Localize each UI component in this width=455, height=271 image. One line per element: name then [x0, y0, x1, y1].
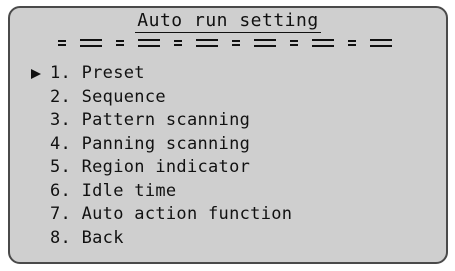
menu-item-label: 8. Back	[50, 227, 124, 248]
menu-item-sequence[interactable]: 2. Sequence	[28, 86, 292, 110]
menu-item-label: 3. Pattern scanning	[50, 110, 251, 130]
menu-item-auto-action-function[interactable]: 7. Auto action function	[28, 203, 292, 227]
menu-item-idle-time[interactable]: 6. Idle time	[28, 180, 292, 204]
menu-item-label: 5. Region indicator	[50, 157, 251, 177]
menu-item-region-indicator[interactable]: 5. Region indicator	[28, 156, 292, 180]
right-triangle-icon	[30, 62, 48, 86]
menu-item-label: 6. Idle time	[50, 180, 177, 201]
menu-item-preset[interactable]: 1. Preset	[28, 62, 292, 86]
osd-menu-screen: Auto run setting 1. Preset 2. Sequence 3…	[8, 6, 448, 264]
menu-item-label: 2. Sequence	[50, 86, 166, 107]
menu-item-pattern-scanning[interactable]: 3. Pattern scanning	[28, 109, 292, 133]
menu-item-label: 1. Preset	[50, 63, 145, 83]
menu-item-label: 4. Panning scanning	[50, 133, 251, 154]
menu-title-text: Auto run setting	[135, 10, 321, 33]
menu-list: 1. Preset 2. Sequence 3. Pattern scannin…	[28, 62, 292, 250]
menu-item-label: 7. Auto action function	[50, 204, 293, 224]
menu-item-panning-scanning[interactable]: 4. Panning scanning	[28, 133, 292, 157]
menu-title: Auto run setting	[10, 10, 446, 33]
title-separator	[58, 39, 392, 47]
menu-item-back[interactable]: 8. Back	[28, 227, 292, 251]
